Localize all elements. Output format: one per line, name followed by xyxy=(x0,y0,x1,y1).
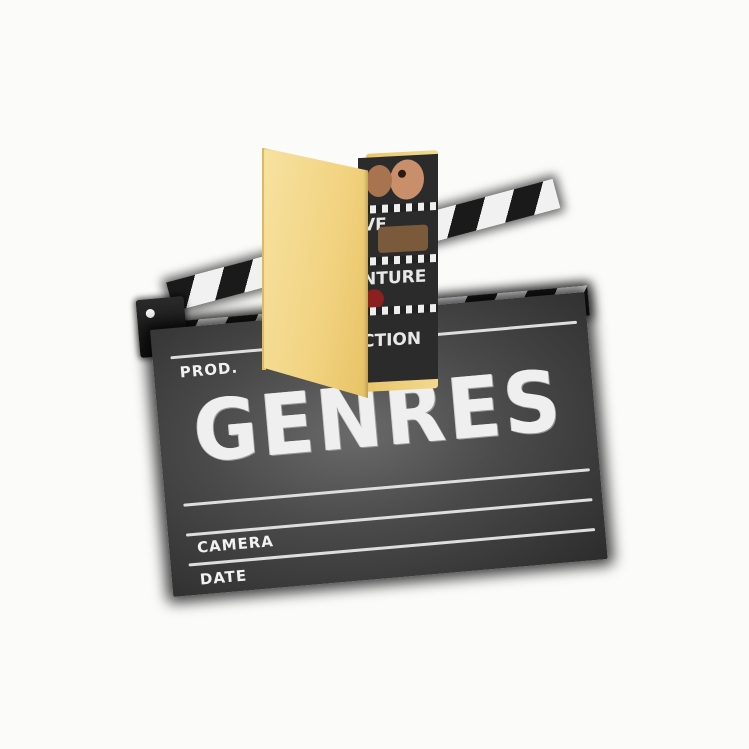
film-strip xyxy=(358,201,438,215)
movie-poster-collage: VE NTURE CTION xyxy=(358,153,438,384)
hinge-dot xyxy=(145,308,156,319)
poster-text: CTION xyxy=(362,328,422,352)
film-strip xyxy=(358,253,438,267)
folder-icon xyxy=(264,148,368,398)
genres-folder-icon: PROD. GENRES CAMERA DATE VE NTURE CTION xyxy=(0,0,749,749)
poster-text: NTURE xyxy=(362,266,427,290)
face-image xyxy=(366,164,392,198)
face-image xyxy=(390,158,424,201)
scene-image xyxy=(378,224,428,254)
